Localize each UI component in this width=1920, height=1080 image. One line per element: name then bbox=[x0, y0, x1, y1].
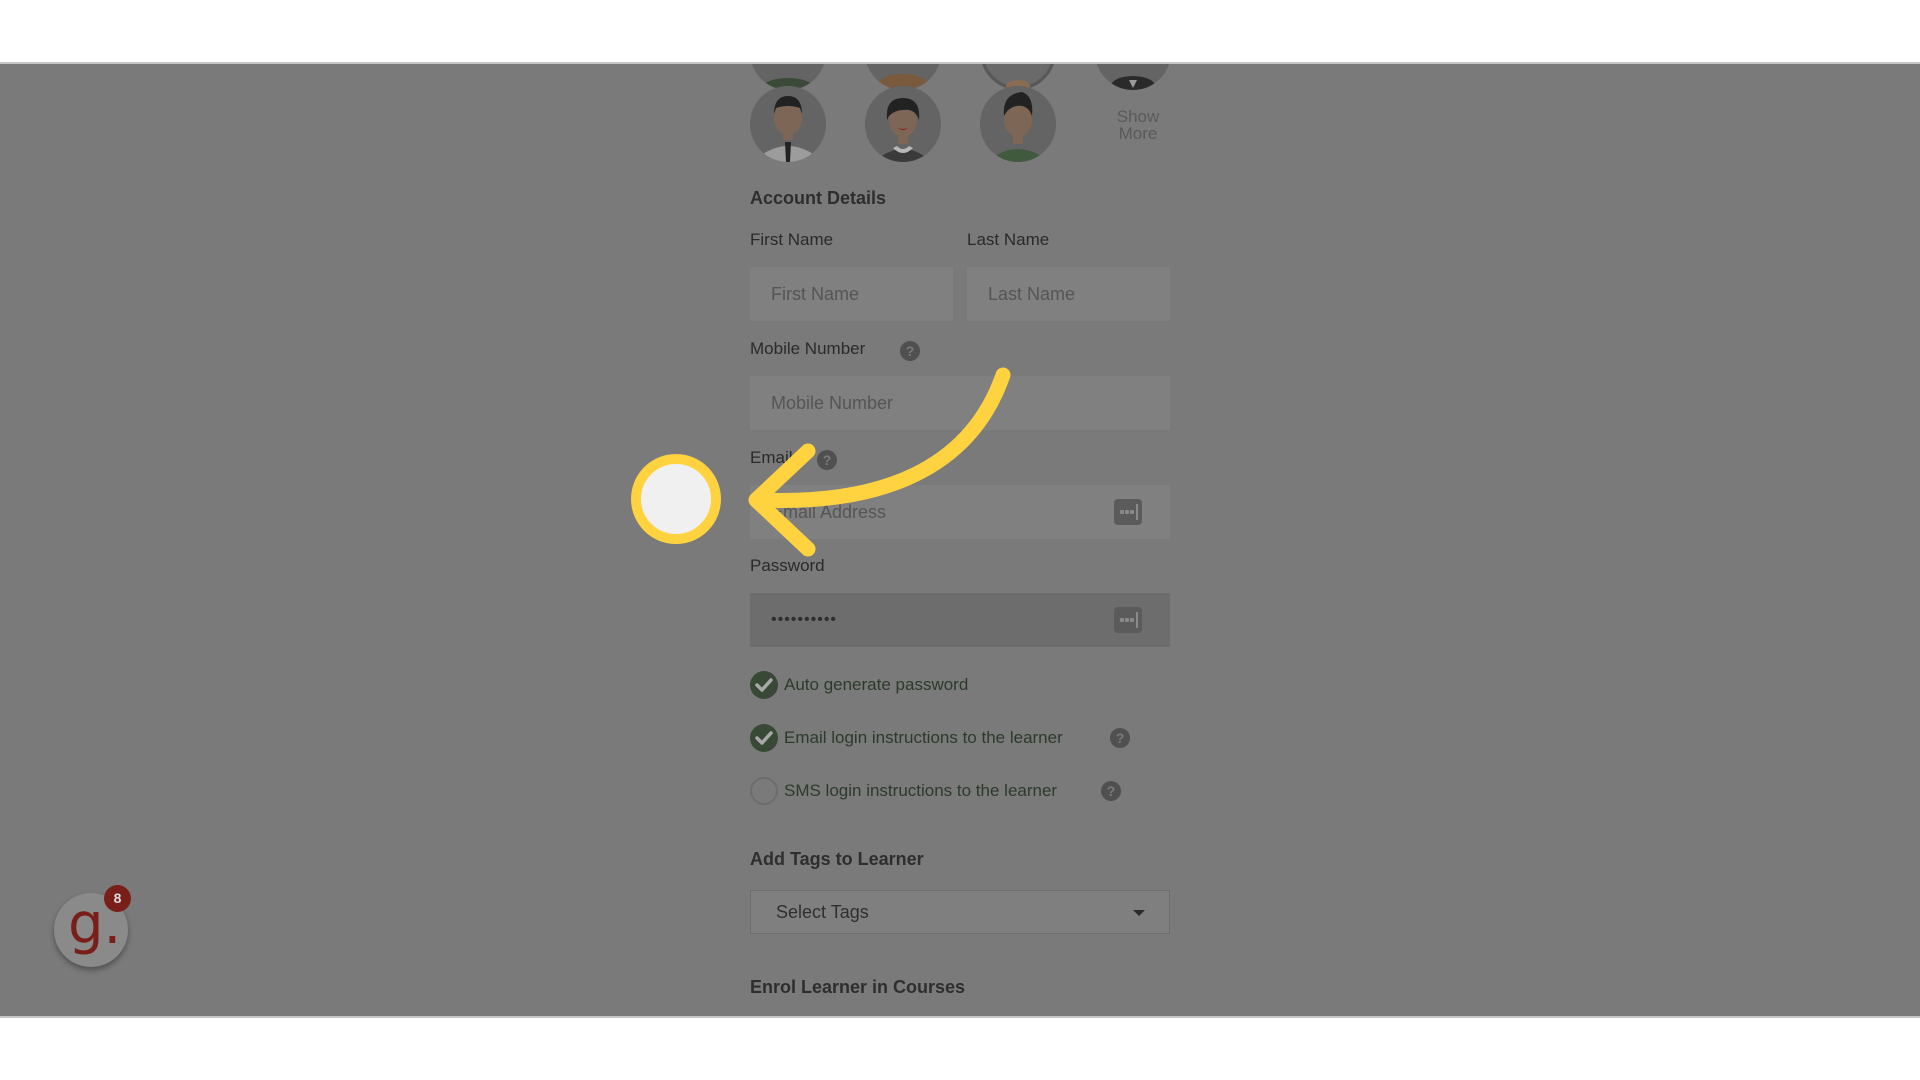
last-name-input[interactable]: Last Name bbox=[967, 267, 1170, 321]
select-tags-placeholder: Select Tags bbox=[776, 902, 869, 922]
mobile-number-input[interactable]: Mobile Number bbox=[750, 376, 1170, 430]
password-manager-icon[interactable] bbox=[1114, 499, 1142, 525]
account-details-heading: Account Details bbox=[750, 188, 887, 208]
sms-instructions-help-icon[interactable]: ? bbox=[1101, 781, 1121, 801]
unchecked-circle-icon bbox=[750, 777, 778, 805]
email-label: Email bbox=[750, 448, 793, 467]
avatar-option-male-green[interactable] bbox=[980, 86, 1056, 162]
email-placeholder: Email Address bbox=[771, 502, 887, 522]
dimmed-page: Show More Account Details First Name Las… bbox=[0, 62, 1920, 1018]
mobile-help-icon[interactable]: ? bbox=[900, 341, 920, 361]
last-name-label: Last Name bbox=[967, 230, 1050, 249]
enrol-courses-heading: Enrol Learner in Courses bbox=[750, 977, 966, 997]
female-avatar-icon bbox=[865, 86, 941, 162]
checkbox-label: Auto generate password bbox=[784, 675, 969, 694]
select-tags-dropdown[interactable]: Select Tags bbox=[750, 890, 1170, 934]
checkmark-icon bbox=[750, 724, 778, 752]
password-label: Password bbox=[750, 556, 825, 575]
checkbox-label: SMS login instructions to the learner bbox=[784, 781, 1058, 800]
first-name-label: First Name bbox=[750, 230, 834, 249]
add-tags-heading: Add Tags to Learner bbox=[750, 849, 924, 869]
checkmark-icon bbox=[750, 671, 778, 699]
sms-login-instructions-checkbox[interactable]: SMS login instructions to the learner bbox=[750, 776, 1057, 806]
show-more-label: Show bbox=[1116, 107, 1160, 126]
email-login-instructions-checkbox[interactable]: Email login instructions to the learner bbox=[750, 723, 1063, 753]
mobile-number-label: Mobile Number bbox=[750, 339, 866, 358]
password-value: •••••••••• bbox=[771, 611, 838, 628]
male-avatar-icon bbox=[980, 86, 1056, 162]
avatar-option-female[interactable] bbox=[865, 86, 941, 162]
male-avatar-icon bbox=[750, 86, 826, 162]
email-address-input[interactable]: Email Address bbox=[750, 485, 1170, 539]
caret-down-icon bbox=[1133, 910, 1145, 916]
first-name-input[interactable]: First Name bbox=[750, 267, 953, 321]
notification-badge: 8 bbox=[104, 885, 131, 912]
help-widget-button[interactable]: g. 8 bbox=[54, 885, 131, 967]
bottom-white-bar bbox=[0, 1018, 1920, 1080]
password-manager-icon[interactable] bbox=[1114, 607, 1142, 633]
top-white-bar bbox=[0, 0, 1920, 62]
email-help-icon[interactable]: ? bbox=[817, 450, 837, 470]
password-input[interactable]: •••••••••• bbox=[750, 593, 1170, 647]
avatar-option-male-tie[interactable] bbox=[750, 86, 826, 162]
auto-generate-password-checkbox[interactable]: Auto generate password bbox=[750, 670, 968, 700]
avatar-option[interactable] bbox=[1095, 64, 1171, 90]
show-more-avatars-link[interactable]: Show More bbox=[1110, 108, 1166, 142]
checkbox-label: Email login instructions to the learner bbox=[784, 728, 1063, 747]
email-instructions-help-icon[interactable]: ? bbox=[1110, 728, 1130, 748]
show-more-label: More bbox=[1118, 124, 1158, 143]
